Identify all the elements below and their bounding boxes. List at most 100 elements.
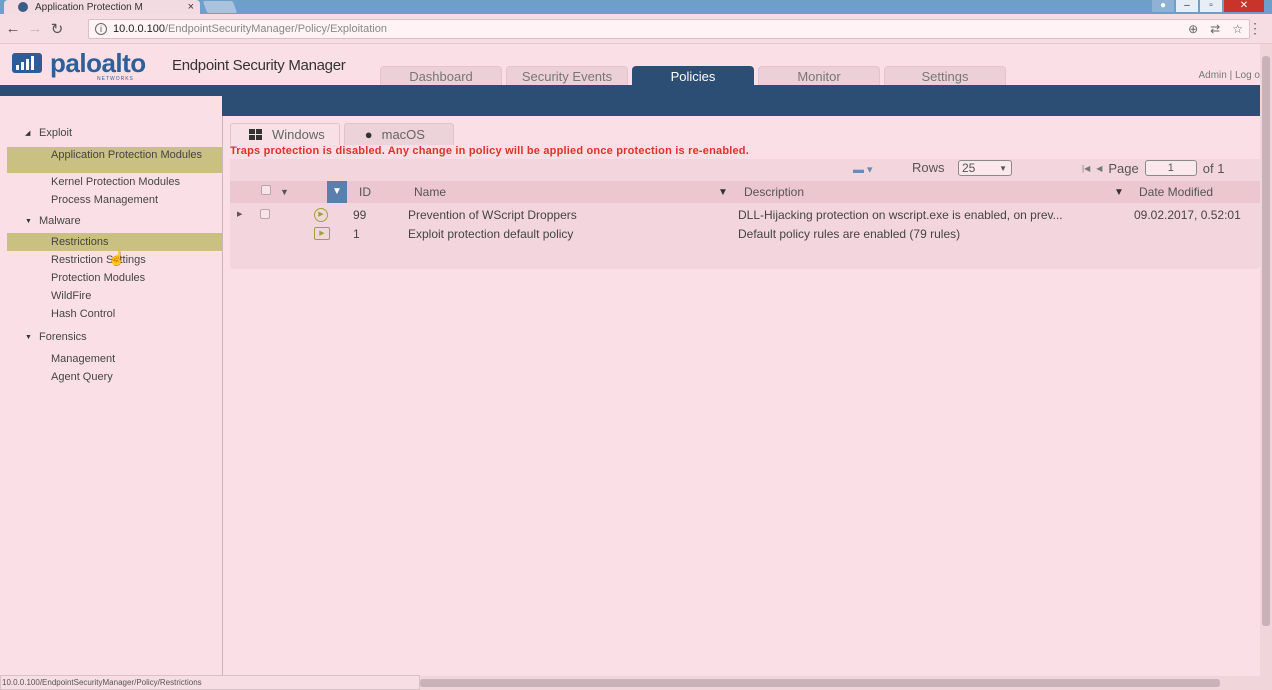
column-date-modified[interactable]: Date Modified [1139, 185, 1213, 199]
address-bar: ← → ↻ i 10.0.0.100 /EndpointSecurityMana… [0, 14, 1272, 44]
tab-dashboard[interactable]: Dashboard [380, 66, 502, 85]
table-row[interactable]: ▶ 1 Exploit protection default policy De… [230, 224, 1260, 243]
column-description[interactable]: Description [744, 185, 804, 199]
url-field[interactable]: i 10.0.0.100 /EndpointSecurityManager/Po… [88, 19, 1250, 39]
horizontal-scroll-thumb[interactable] [420, 679, 1220, 687]
tab-settings[interactable]: Settings [884, 66, 1006, 85]
tab-windows[interactable]: Windows [230, 123, 340, 145]
back-icon[interactable]: ← [2, 20, 24, 37]
browser-menu-icon[interactable]: ⋮ [1248, 20, 1262, 37]
content-title-bar [222, 96, 1260, 116]
close-tab-icon[interactable]: × [188, 1, 194, 13]
prev-page-icon[interactable]: ◀ [1096, 164, 1102, 173]
os-tabs: Windows ● macOS [230, 123, 458, 145]
column-id[interactable]: ID [359, 185, 371, 199]
sidebar-group-label: Forensics [39, 331, 87, 343]
row-id: 99 [353, 208, 367, 222]
sidebar-item-kernel-protection-modules[interactable]: Kernel Protection Modules [7, 173, 222, 191]
vertical-scroll-thumb[interactable] [1262, 56, 1270, 626]
browser-tab-title: Application Protection M [35, 1, 143, 13]
logo-networks: NETWORKS [97, 76, 134, 82]
columns-menu-icon[interactable]: ▬ ▾ [853, 163, 873, 176]
table-row[interactable]: ▶ ▶ 99 Prevention of WScript Droppers DL… [230, 205, 1260, 224]
url-host: 10.0.0.100 [113, 23, 165, 35]
row-checkbox[interactable] [260, 209, 270, 219]
sidebar-group-label: Malware [39, 215, 81, 227]
paloalto-logo: paloalto NETWORKS [12, 50, 146, 82]
new-tab-button[interactable] [202, 1, 238, 13]
apple-logo-icon: ● [364, 127, 373, 142]
browser-tabstrip: Application Protection M × ● – ▫ ✕ [0, 0, 1272, 14]
rows-per-page-select[interactable]: 25 ▼ [958, 160, 1012, 176]
reload-icon[interactable]: ↻ [46, 20, 68, 38]
window-close-icon[interactable]: ✕ [1224, 0, 1264, 12]
sidebar-group-exploit[interactable]: ◢ Exploit [7, 124, 222, 142]
maximize-icon[interactable]: ▫ [1200, 0, 1222, 12]
forward-icon[interactable]: → [24, 20, 46, 37]
grid-toolbar: ▬ ▾ Rows 25 ▼ |◀ ◀ Page 1 of 1 [230, 159, 1260, 179]
description-filter-icon[interactable]: ▼ [1114, 187, 1124, 198]
sidebar-item-application-protection-modules[interactable]: Application Protection Modules [7, 147, 222, 173]
browser-tab[interactable]: Application Protection M × [4, 0, 200, 14]
main-tabs: Dashboard Security Events Policies Monit… [380, 66, 1010, 85]
bookmark-star-icon[interactable]: ☆ [1232, 22, 1243, 36]
sidebar-item-wildfire[interactable]: WildFire [7, 287, 222, 305]
tab-security-events[interactable]: Security Events [506, 66, 628, 85]
row-name: Exploit protection default policy [408, 227, 574, 241]
app-header: paloalto NETWORKS Endpoint Security Mana… [0, 44, 1260, 85]
name-filter-icon[interactable]: ▼ [718, 187, 728, 198]
page-total: of 1 [1202, 160, 1225, 176]
row-name: Prevention of WScript Droppers [408, 208, 577, 222]
expand-arrow-icon: ▼ [25, 333, 32, 341]
policy-content: Windows ● macOS Traps protection is disa… [230, 121, 1260, 269]
sidebar-group-malware[interactable]: ▼ Malware [7, 212, 222, 230]
window-controls: ● – ▫ ✕ [1150, 0, 1264, 12]
logo-palo: palo [50, 48, 102, 78]
tab-macos[interactable]: ● macOS [343, 123, 454, 145]
collapse-arrow-icon: ◢ [25, 130, 31, 137]
info-icon[interactable]: i [95, 23, 107, 35]
row-date: 09.02.2017, 0.52:01 [1134, 208, 1241, 222]
translate-icon[interactable]: ⇄ [1210, 22, 1220, 36]
sidebar-group-label: Exploit [39, 127, 73, 139]
first-page-icon[interactable]: |◀ [1082, 164, 1090, 173]
url-path: /EndpointSecurityManager/Policy/Exploita… [165, 23, 387, 35]
tab-macos-label: macOS [381, 127, 425, 142]
admin-links[interactable]: Admin | Log o [1198, 70, 1260, 81]
protection-warning: Traps protection is disabled. Any change… [230, 145, 749, 157]
windows-logo-icon [249, 129, 262, 140]
sidebar-group-forensics[interactable]: ▼ Forensics [7, 328, 222, 346]
user-icon[interactable]: ● [1152, 0, 1174, 12]
column-name[interactable]: Name [414, 185, 446, 199]
play-square-icon: ▶ [314, 227, 330, 240]
sidebar-item-restrictions[interactable]: Restrictions [7, 233, 222, 251]
minimize-icon[interactable]: – [1176, 0, 1198, 12]
expand-row-icon[interactable]: ▶ [237, 210, 242, 218]
sidebar-item-agent-query[interactable]: Agent Query [7, 368, 222, 386]
rows-value: 25 [962, 161, 976, 175]
pager: |◀ ◀ Page 1 of 1 [1082, 160, 1224, 176]
select-menu-icon[interactable]: ▼ [280, 187, 289, 197]
page-number-input[interactable]: 1 [1144, 160, 1197, 176]
chevron-down-icon: ▼ [999, 164, 1007, 173]
row-description: Default policy rules are enabled (79 rul… [738, 227, 961, 241]
product-name: Endpoint Security Manager [172, 57, 346, 74]
top-nav-band [0, 85, 1260, 96]
sidebar-item-management[interactable]: Management [7, 350, 222, 368]
row-description: DLL-Hijacking protection on wscript.exe … [738, 208, 1063, 222]
tab-monitor[interactable]: Monitor [758, 66, 880, 85]
tab-policies[interactable]: Policies [632, 66, 754, 85]
logo-bars-icon [12, 53, 42, 73]
vertical-scrollbar[interactable] [1260, 44, 1272, 690]
page-label: Page [1108, 160, 1139, 176]
row-id: 1 [353, 227, 360, 241]
filter-icon[interactable]: ▼ [327, 181, 347, 203]
zoom-icon[interactable]: ⊕ [1188, 22, 1198, 36]
sidebar-item-protection-modules[interactable]: Protection Modules [7, 269, 222, 287]
logo-alto: alto [101, 48, 146, 78]
sidebar: ◢ Exploit Application Protection Modules… [7, 116, 223, 676]
policy-grid: ▬ ▾ Rows 25 ▼ |◀ ◀ Page 1 of 1 ▼ ▼ ID Na… [230, 159, 1260, 269]
select-all-checkbox[interactable] [261, 185, 271, 195]
sidebar-item-hash-control[interactable]: Hash Control [7, 305, 222, 323]
sidebar-item-process-management[interactable]: Process Management [7, 191, 222, 209]
